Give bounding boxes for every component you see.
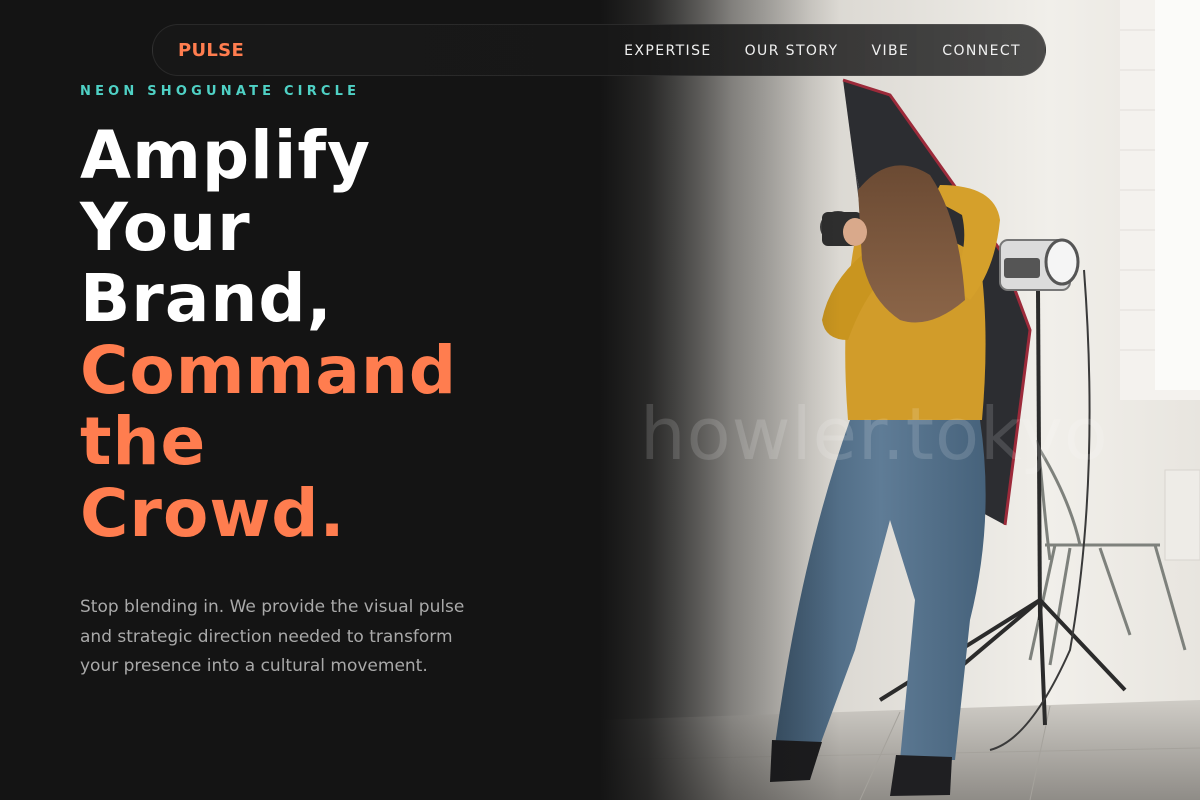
headline-line: Brand, [80, 260, 333, 337]
hero-headline: Amplify Your Brand, Command the Crowd. [80, 120, 457, 549]
hero-eyebrow: NEON SHOGUNATE CIRCLE [80, 84, 361, 99]
nav-link-vibe[interactable]: VIBE [872, 43, 910, 59]
headline-accent-line: Crowd. [80, 474, 346, 552]
nav-menu: EXPERTISE OUR STORY VIBE CONNECT [624, 43, 1021, 59]
nav-link-our-story[interactable]: OUR STORY [745, 43, 839, 59]
description-line: your presence into a cultural movement. [80, 656, 428, 676]
image-watermark: howler.tokyo [640, 392, 1109, 476]
nav-link-expertise[interactable]: EXPERTISE [624, 43, 711, 59]
nav-link-connect[interactable]: CONNECT [942, 43, 1021, 59]
headline-accent-line: the [80, 403, 207, 480]
headline-line: Amplify [80, 117, 372, 194]
headline-accent-line: Command [80, 331, 458, 409]
brand-logo[interactable]: PULSE [178, 40, 244, 61]
hero-description: Stop blending in. We provide the visual … [80, 593, 520, 682]
description-line: and strategic direction needed to transf… [80, 626, 453, 647]
landing-page: howler.tokyo PULSE EXPERTISE OUR STORY V… [0, 0, 1200, 800]
top-navbar: PULSE EXPERTISE OUR STORY VIBE CONNECT [152, 24, 1046, 76]
description-line: Stop blending in. We provide the visual … [80, 597, 465, 617]
headline-line: Your [80, 188, 251, 266]
